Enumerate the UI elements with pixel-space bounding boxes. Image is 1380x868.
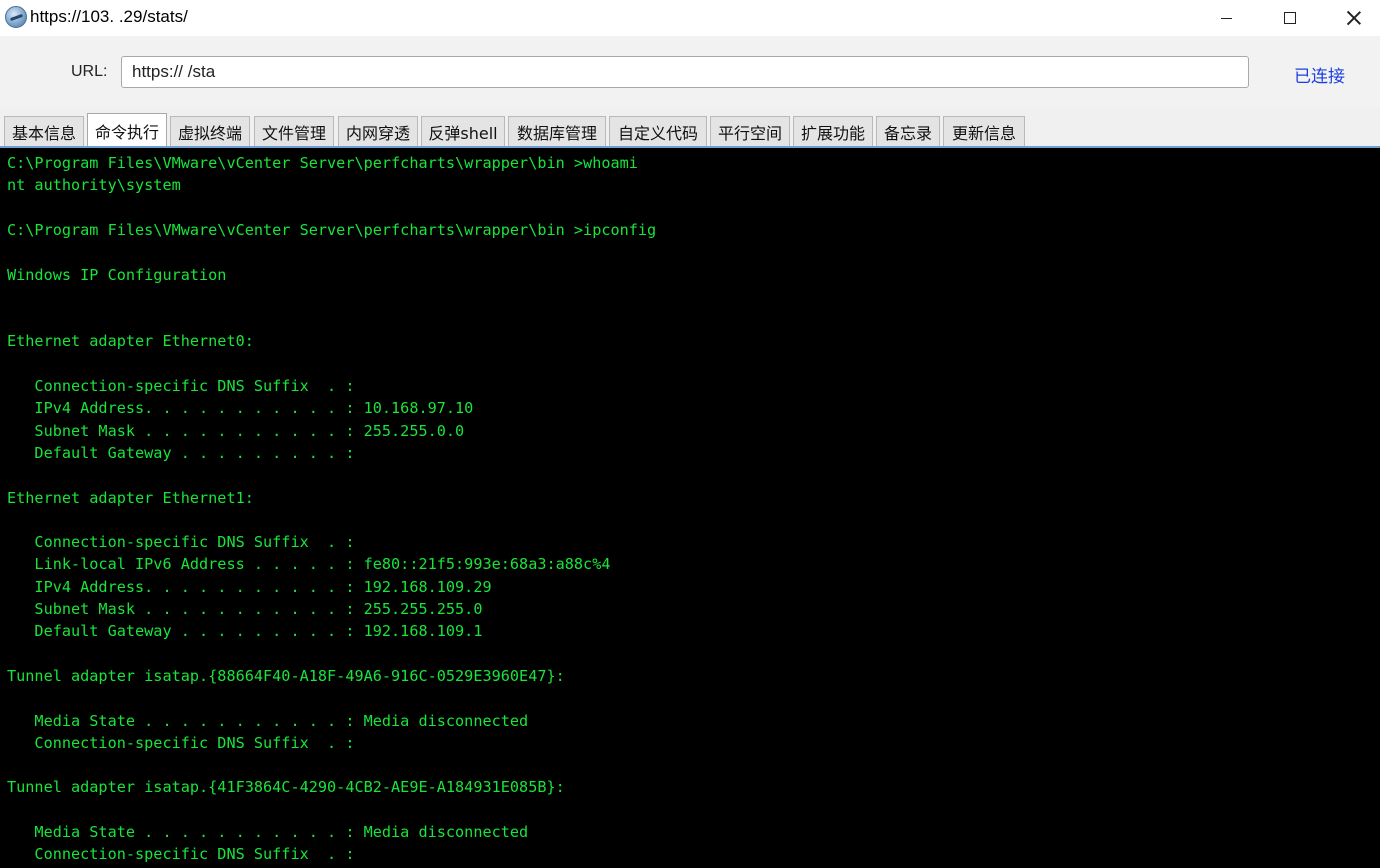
title-bar: https://103. .29/stats/ [0,0,1380,36]
terminal-line: Connection-specific DNS Suffix . : [7,377,355,395]
maximize-icon [1284,12,1296,24]
url-input[interactable]: https:// /sta [121,56,1249,88]
terminal-line: C:\Program Files\VMware\vCenter Server\p… [7,220,657,239]
maximize-button[interactable] [1259,0,1321,36]
tab-intranet-tunnel[interactable]: 内网穿透 [338,116,418,147]
terminal-line: Default Gateway . . . . . . . . . : 192.… [7,622,483,641]
url-label: URL: [71,63,108,80]
tab-custom-code[interactable]: 自定义代码 [609,116,707,147]
terminal-line: Ethernet adapter Ethernet1: [7,488,254,507]
terminal-line: Connection-specific DNS Suffix . : [7,845,355,864]
terminal-line: Tunnel adapter isatap.{88664F40-A18F-49A… [7,666,565,685]
terminal-line: Connection-specific DNS Suffix . : [7,733,355,752]
terminal-line: nt authority\system [7,176,181,195]
terminal-line: Media State . . . . . . . . . . . : Medi… [7,823,529,841]
terminal-line: Tunnel adapter isatap.{41F3864C-4290-4CB… [7,778,565,797]
tab-extensions[interactable]: 扩展功能 [793,116,873,147]
tab-file-manager[interactable]: 文件管理 [254,116,334,147]
command-output-terminal[interactable]: C:\Program Files\VMware\vCenter Server\p… [0,148,1380,868]
close-button[interactable] [1323,0,1380,36]
window-title: https://103. .29/stats/ [30,7,188,26]
terminal-line: IPv4 Address. . . . . . . . . . . : 192.… [7,577,492,596]
terminal-line: Link-local IPv6 Address . . . . . : fe80… [7,555,611,574]
url-bar: URL: https:// /sta 已连接 [0,36,1380,108]
tab-reverse-shell[interactable]: 反弹shell [421,116,505,147]
minimize-button[interactable] [1195,0,1257,36]
close-icon [1347,11,1361,25]
tab-parallel-space[interactable]: 平行空间 [710,116,790,147]
terminal-line: IPv4 Address. . . . . . . . . . . : 10.1… [7,399,474,418]
terminal-line: Ethernet adapter Ethernet0: [7,332,254,351]
terminal-line: Media State . . . . . . . . . . . : Medi… [7,711,529,730]
minimize-icon [1220,17,1232,19]
tab-database-manager[interactable]: 数据库管理 [508,116,606,147]
app-window: https://103. .29/stats/ URL: https:// /s… [0,0,1380,868]
terminal-line: Default Gateway . . . . . . . . . : [7,443,355,462]
tab-basic-info[interactable]: 基本信息 [4,116,84,147]
terminal-line: C:\Program Files\VMware\vCenter Server\p… [7,154,638,172]
terminal-line: Subnet Mask . . . . . . . . . . . : 255.… [7,421,465,440]
terminal-line: Windows IP Configuration [7,265,227,284]
tab-virtual-terminal[interactable]: 虚拟终端 [170,116,250,147]
tab-command-exec[interactable]: 命令执行 [87,113,167,148]
terminal-line: Subnet Mask . . . . . . . . . . . : 255.… [7,600,483,618]
tab-update-info[interactable]: 更新信息 [943,116,1025,147]
terminal-line: Connection-specific DNS Suffix . : [7,533,355,552]
app-logo-icon [5,6,27,28]
tab-memo[interactable]: 备忘录 [876,116,940,147]
tab-strip: 基本信息 命令执行 虚拟终端 文件管理 内网穿透 反弹shell 数据库管理 自… [0,108,1380,148]
connection-status-link[interactable]: 已连接 [1294,62,1345,87]
